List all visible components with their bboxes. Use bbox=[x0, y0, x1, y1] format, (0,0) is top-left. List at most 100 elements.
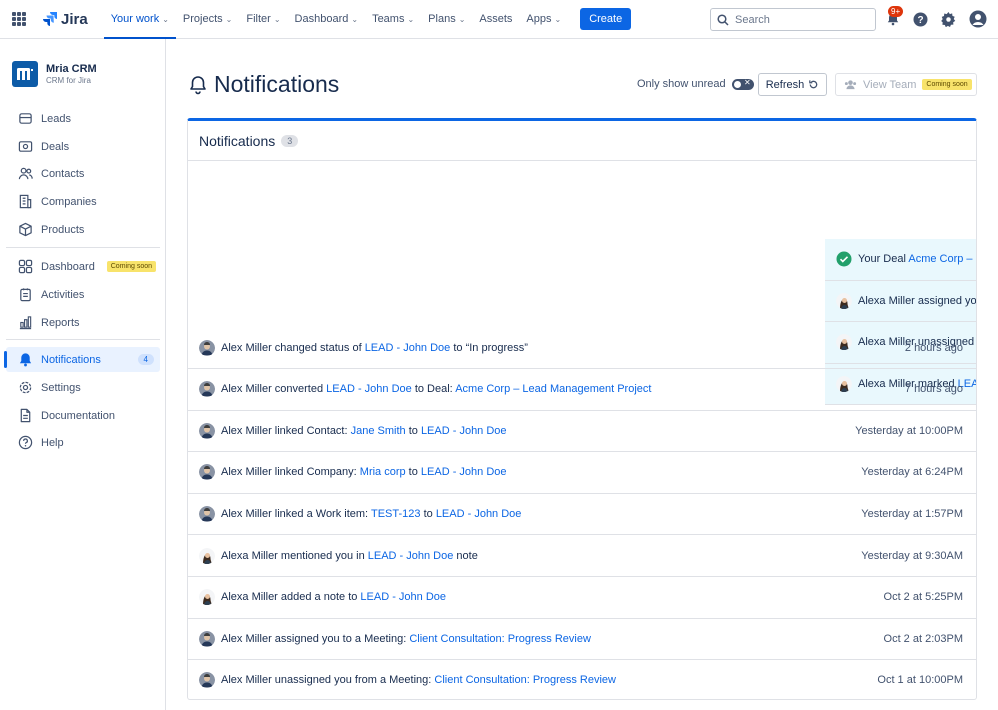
notification-row[interactable]: Alex Miller assigned you to a Meeting: C… bbox=[188, 619, 976, 661]
refresh-button[interactable]: Refresh bbox=[758, 73, 827, 96]
sidebar-item-deals[interactable]: Deals bbox=[6, 134, 160, 159]
gear-icon bbox=[940, 11, 955, 27]
refresh-label: Refresh bbox=[765, 78, 805, 91]
sidebar-item-settings[interactable]: Settings bbox=[6, 375, 160, 400]
avatar bbox=[199, 464, 215, 481]
notification-message: Alex Miller assigned you to a Meeting: C… bbox=[221, 633, 591, 645]
notification-text: Alexa Miller mentioned you in bbox=[221, 549, 368, 562]
notification-row[interactable]: Your Deal Acme Corp – Lead Management Pr… bbox=[825, 239, 976, 281]
sidebar-item-documentation[interactable]: Documentation bbox=[6, 403, 160, 428]
activities-icon bbox=[20, 288, 31, 302]
notification-link[interactable]: LEAD - John Doe bbox=[365, 342, 451, 354]
companies-icon bbox=[19, 194, 32, 209]
sidebar-item-dashboard[interactable]: Dashboard Coming soon bbox=[6, 254, 160, 279]
notification-link[interactable]: LEAD - John Doe bbox=[421, 466, 507, 478]
create-button[interactable]: Create bbox=[580, 8, 632, 30]
notification-row[interactable]: Alex Miller converted LEAD - John Doe to… bbox=[188, 369, 976, 411]
notification-text: to Deal: bbox=[411, 383, 456, 396]
notification-row[interactable]: Alex Miller linked a Work item: TEST-123… bbox=[188, 494, 976, 536]
sidebar-item-label: Dashboard bbox=[41, 260, 95, 273]
notification-link[interactable]: Jane Smith bbox=[351, 425, 406, 437]
sidebar-item-companies[interactable]: Companies bbox=[6, 189, 160, 214]
project-logo bbox=[12, 61, 38, 87]
chevron-down-icon: ⌄ bbox=[554, 14, 562, 24]
notification-message: Alex Miller unassigned you from a Meetin… bbox=[221, 674, 616, 686]
nav-teams[interactable]: Teams ⌄ bbox=[365, 0, 421, 39]
notification-link[interactable]: LEAD - John Doe bbox=[421, 425, 507, 437]
app-switcher-icon[interactable] bbox=[12, 12, 26, 26]
notification-link[interactable]: LEAD - John Doe bbox=[436, 508, 522, 520]
nav-items: Your work ⌄ Projects ⌄ Filter ⌄ Dashboard ⌄ Team… bbox=[103, 0, 632, 39]
coming-soon-badge: Coming soon bbox=[922, 79, 972, 90]
profile-avatar[interactable] bbox=[969, 10, 987, 28]
gear-icon bbox=[19, 381, 32, 394]
notification-list: Your Deal Acme Corp – Lead Management Pr… bbox=[188, 161, 976, 699]
notification-row[interactable]: Alex Miller changed status of LEAD - Joh… bbox=[188, 327, 976, 369]
chevron-down-icon: ⌄ bbox=[162, 14, 169, 24]
notification-message: Alexa Miller added a note to LEAD - John… bbox=[221, 591, 446, 603]
notification-message: Alex Miller linked Company: Mria corp to… bbox=[221, 466, 507, 478]
refresh-icon bbox=[809, 80, 818, 89]
notification-link[interactable]: Client Consultation: Progress Review bbox=[409, 633, 591, 645]
nav-item-label: Filter bbox=[246, 13, 271, 25]
nav-dashboard[interactable]: Dashboard ⌄ bbox=[288, 0, 366, 39]
nav-assets[interactable]: Assets bbox=[472, 0, 519, 39]
notification-row[interactable]: Alexa Miller mentioned you in LEAD - Joh… bbox=[188, 535, 976, 577]
alex-avatar-icon bbox=[199, 381, 215, 398]
sidebar-item-products[interactable]: Products bbox=[6, 217, 160, 242]
avatar bbox=[199, 672, 215, 689]
notification-text: Alexa Miller added a note to bbox=[221, 591, 361, 604]
sidebar-item-activities[interactable]: Activities bbox=[6, 282, 160, 307]
sidebar-item-contacts[interactable]: Contacts bbox=[6, 161, 160, 186]
notification-message: Alex Miller converted LEAD - John Doe to… bbox=[221, 383, 651, 395]
notifications-panel: Notifications 3 Your Deal Acme Corp – Le… bbox=[187, 118, 977, 700]
project-subtitle: CRM for Jira bbox=[46, 76, 91, 85]
sidebar-item-reports[interactable]: Reports bbox=[6, 310, 160, 335]
notification-text: to “In progress” bbox=[450, 341, 528, 354]
nav-apps[interactable]: Apps ⌄ bbox=[519, 0, 568, 39]
nav-your-work[interactable]: Your work ⌄ bbox=[103, 0, 177, 39]
jira-logo[interactable]: Jira bbox=[42, 11, 88, 28]
notification-text: Alex Miller changed status of bbox=[221, 341, 365, 354]
sidebar-item-label: Notifications bbox=[41, 353, 101, 366]
notification-row[interactable]: Alexa Miller added a note to LEAD - John… bbox=[188, 577, 976, 619]
project-header[interactable]: Mria CRM CRM for Jira bbox=[0, 39, 165, 87]
help-button[interactable]: ? bbox=[912, 11, 928, 27]
sidebar-item-help[interactable]: Help bbox=[6, 430, 160, 455]
notification-link[interactable]: LEAD - John Doe bbox=[360, 591, 446, 603]
notification-time: 7 hours ago bbox=[904, 383, 963, 396]
view-team-button[interactable]: View Team Coming soon bbox=[835, 73, 977, 96]
notification-link[interactable]: Client Consultation: Progress Review bbox=[434, 674, 616, 686]
search-input[interactable]: Search bbox=[710, 8, 876, 31]
notification-link[interactable]: Acme Corp – Lead Management Project bbox=[455, 383, 651, 395]
alexa-avatar-icon bbox=[199, 547, 215, 564]
deals-icon bbox=[18, 141, 33, 152]
avatar bbox=[199, 506, 215, 523]
sidebar-item-leads[interactable]: Leads bbox=[6, 106, 160, 131]
mria-logo-icon bbox=[17, 68, 33, 80]
sidebar-item-label: Leads bbox=[41, 112, 71, 125]
notification-row[interactable]: Alex Miller linked Contact: Jane Smith t… bbox=[188, 411, 976, 453]
nav-filter[interactable]: Filter ⌄ bbox=[239, 0, 287, 39]
notification-row[interactable]: Alex Miller unassigned you from a Meetin… bbox=[188, 660, 976, 699]
settings-button[interactable] bbox=[940, 11, 956, 27]
notification-link[interactable]: Mria corp bbox=[360, 466, 406, 478]
sidebar-item-notifications[interactable]: Notifications 4 bbox=[4, 347, 160, 372]
notification-text: to bbox=[420, 508, 436, 521]
notification-link[interactable]: TEST-123 bbox=[371, 508, 421, 520]
reports-icon bbox=[19, 316, 32, 330]
notification-text: Alex Miller linked Company: bbox=[221, 466, 360, 479]
notification-row[interactable]: Alexa Miller assigned you to a LEAD - Jo… bbox=[825, 280, 976, 323]
nav-item-label: Assets bbox=[479, 13, 513, 25]
notification-link[interactable]: Acme Corp – Lead Management Project bbox=[908, 253, 976, 265]
notification-time: Yesterday at 1:57PM bbox=[861, 508, 963, 521]
unread-toggle[interactable]: ✕ bbox=[731, 78, 754, 90]
nav-projects[interactable]: Projects ⌄ bbox=[176, 0, 239, 39]
notification-link[interactable]: LEAD - John Doe bbox=[368, 550, 454, 562]
nav-plans[interactable]: Plans ⌄ bbox=[421, 0, 472, 39]
sidebar-item-label: Deals bbox=[41, 140, 70, 153]
search-icon bbox=[717, 13, 729, 26]
notification-row[interactable]: Alex Miller linked Company: Mria corp to… bbox=[188, 452, 976, 494]
notification-link[interactable]: LEAD - John Doe bbox=[326, 383, 412, 395]
alexa-avatar-icon bbox=[199, 589, 215, 606]
